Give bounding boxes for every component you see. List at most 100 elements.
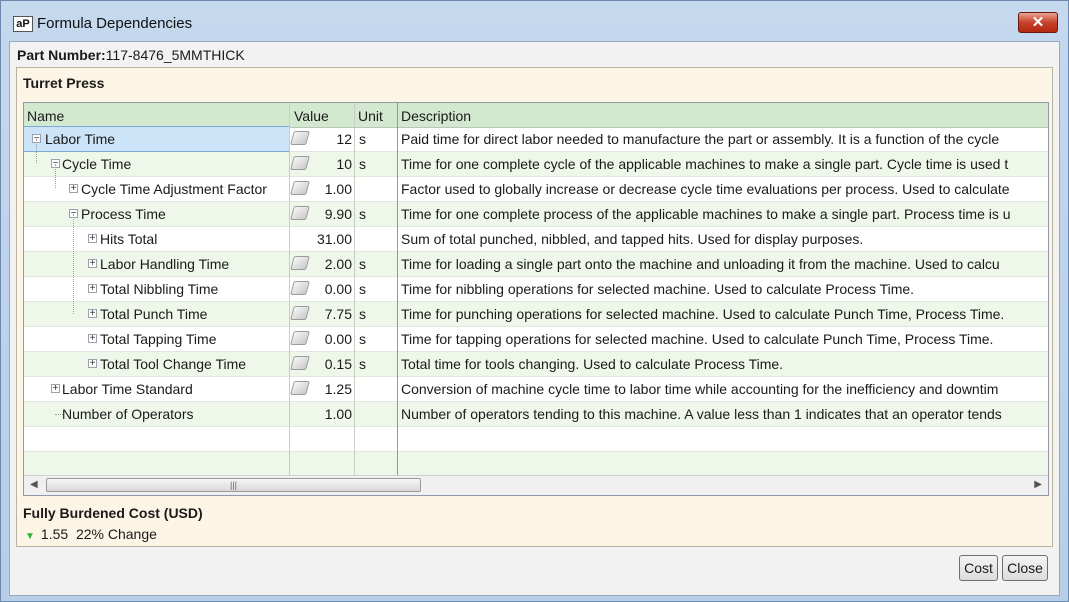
calculator-icon[interactable] xyxy=(290,356,310,370)
tree-row-unit: s xyxy=(359,131,366,147)
tree-row-description: Number of operators tending to this mach… xyxy=(401,406,1002,422)
tree-row[interactable]: Number of Operators 1.00 Number of operato… xyxy=(24,402,1048,427)
scrollbar-thumb[interactable]: ||| xyxy=(46,478,421,492)
tree-row-value: 0.00 xyxy=(324,281,352,297)
empty-row xyxy=(24,452,1048,477)
expand-icon[interactable]: + xyxy=(88,259,97,269)
scroll-right-icon[interactable]: ▶ xyxy=(1034,479,1042,490)
tree-row-label: Hits Total xyxy=(100,231,158,247)
tree-row-unit: s xyxy=(359,156,366,172)
tree-row-description: Time for nibbling operations for selecte… xyxy=(401,281,915,297)
tree-row-name-cell[interactable]: + Hits Total xyxy=(24,227,289,251)
tree-row-label: Cycle Time xyxy=(62,156,132,172)
app-logo-icon: aP xyxy=(13,16,33,32)
window-title: Formula Dependencies xyxy=(37,15,193,32)
tree-row-value: 1.00 xyxy=(324,181,352,197)
expand-icon[interactable]: + xyxy=(88,309,97,319)
calculator-icon[interactable] xyxy=(290,381,310,395)
calculator-icon[interactable] xyxy=(290,281,310,295)
tree-row-value: 31.00 xyxy=(316,231,352,247)
dependency-tree-grid[interactable]: Name Value Unit Description − Labor Time 1… xyxy=(23,102,1049,496)
expand-icon[interactable]: + xyxy=(88,284,97,294)
grid-header: Name Value Unit Description xyxy=(24,103,1048,128)
down-arrow-icon: ▼ xyxy=(25,531,35,542)
tree-connector xyxy=(73,214,74,314)
tree-row-description: Time for loading a single part onto the … xyxy=(401,256,1000,272)
column-divider xyxy=(354,103,355,475)
tree-row[interactable]: + Total Nibbling Time 0.00 s Time for nibbli… xyxy=(24,277,1048,302)
tree-row-description: Time for one complete process of the app… xyxy=(401,206,1011,222)
tree-row-name-cell[interactable]: − Cycle Time xyxy=(24,152,289,176)
horizontal-scrollbar[interactable]: ◀ ||| ▶ xyxy=(24,475,1048,495)
tree-row[interactable]: + Total Tapping Time 0.00 s Time for tapping… xyxy=(24,327,1048,352)
tree-row-unit: s xyxy=(359,281,366,297)
calculator-icon[interactable] xyxy=(290,206,310,220)
cost-summary: ▼ 1.55 22% Change xyxy=(25,526,157,542)
calculator-icon[interactable] xyxy=(290,181,310,195)
tree-row-description: Sum of total punched, nibbled, and tappe… xyxy=(401,231,864,247)
scroll-left-icon[interactable]: ◀ xyxy=(30,479,38,490)
tree-row-label: Labor Time xyxy=(45,131,116,147)
tree-row-label: Process Time xyxy=(81,206,166,222)
expand-icon[interactable]: + xyxy=(69,184,78,194)
tree-row-description: Paid time for direct labor needed to man… xyxy=(401,131,1000,147)
tree-row-name-cell[interactable]: Number of Operators xyxy=(24,402,289,426)
tree-row[interactable]: − Process Time 9.90 s Time for one complete … xyxy=(24,202,1048,227)
column-header-description[interactable]: Description xyxy=(401,108,471,124)
tree-row[interactable]: − Cycle Time 10 s Time for one complete cycl… xyxy=(24,152,1048,177)
tree-row[interactable]: + Labor Time Standard 1.25 Conversion of ma… xyxy=(24,377,1048,402)
calculator-icon[interactable] xyxy=(290,256,310,270)
calculator-icon[interactable] xyxy=(290,131,310,145)
column-header-unit[interactable]: Unit xyxy=(358,108,383,124)
tree-row[interactable]: + Total Tool Change Time 0.15 s Total time f… xyxy=(24,352,1048,377)
column-divider xyxy=(397,103,398,475)
tree-row-name-cell[interactable]: + Labor Time Standard xyxy=(24,377,289,401)
tree-row[interactable]: + Hits Total 31.00 Sum of total punched, ni… xyxy=(24,227,1048,252)
empty-row xyxy=(24,427,1048,452)
tree-row-label: Labor Handling Time xyxy=(100,256,230,272)
calculator-icon[interactable] xyxy=(290,331,310,345)
tree-row-name-cell[interactable]: + Total Tapping Time xyxy=(24,327,289,351)
tree-row-description: Time for one complete cycle of the appli… xyxy=(401,156,1009,172)
tree-connector xyxy=(55,164,56,188)
close-button[interactable]: Close xyxy=(1002,555,1048,581)
cost-change: 22% Change xyxy=(75,526,157,542)
expand-icon[interactable]: + xyxy=(88,359,97,369)
tree-row[interactable]: + Total Punch Time 7.75 s Time for punching … xyxy=(24,302,1048,327)
expand-icon[interactable]: + xyxy=(88,234,97,244)
tree-row-value: 12 xyxy=(336,131,352,147)
dialog-window: aP Formula Dependencies ✕ Part Number:11… xyxy=(0,0,1069,602)
tree-row-label: Labor Time Standard xyxy=(62,381,193,397)
tree-row-name-cell[interactable]: − Labor Time xyxy=(24,126,290,152)
tree-row[interactable]: + Labor Handling Time 2.00 s Time for loadin… xyxy=(24,252,1048,277)
tree-row-name-cell[interactable]: + Total Punch Time xyxy=(24,302,289,326)
tree-row[interactable]: − Labor Time 12 s Paid time for direct labor… xyxy=(24,126,1048,152)
calculator-icon[interactable] xyxy=(290,156,310,170)
tree-row-label: Total Tapping Time xyxy=(100,331,217,347)
tree-connector xyxy=(36,139,37,163)
window-close-button[interactable]: ✕ xyxy=(1018,12,1058,33)
tree-row-value: 1.00 xyxy=(324,406,352,422)
tree-row-value: 7.75 xyxy=(324,306,352,322)
tree-row-unit: s xyxy=(359,206,366,222)
expand-icon[interactable]: + xyxy=(88,334,97,344)
tree-row-name-cell[interactable]: + Labor Handling Time xyxy=(24,252,289,276)
tree-row-name-cell[interactable]: + Total Tool Change Time xyxy=(24,352,289,376)
column-header-value[interactable]: Value xyxy=(294,108,329,124)
tree-row-name-cell[interactable]: − Process Time xyxy=(24,202,289,226)
expand-icon[interactable]: + xyxy=(51,384,60,394)
cost-button[interactable]: Cost xyxy=(959,555,998,581)
tree-row-value: 0.00 xyxy=(324,331,352,347)
column-header-name[interactable]: Name xyxy=(27,108,64,124)
tree-row-name-cell[interactable]: + Total Nibbling Time xyxy=(24,277,289,301)
tree-row[interactable]: + Cycle Time Adjustment Factor 1.00 Factor … xyxy=(24,177,1048,202)
tree-row-value: 9.90 xyxy=(324,206,352,222)
tree-row-label: Number of Operators xyxy=(62,406,194,422)
tree-row-description: Total time for tools changing. Used to c… xyxy=(401,356,784,372)
tree-row-label: Cycle Time Adjustment Factor xyxy=(81,181,267,197)
part-number: Part Number:117-8476_5MMTHICK xyxy=(17,47,245,63)
title-bar[interactable]: aP Formula Dependencies ✕ xyxy=(1,1,1068,41)
tree-row-name-cell[interactable]: + Cycle Time Adjustment Factor xyxy=(24,177,289,201)
tree-row-unit: s xyxy=(359,356,366,372)
calculator-icon[interactable] xyxy=(290,306,310,320)
